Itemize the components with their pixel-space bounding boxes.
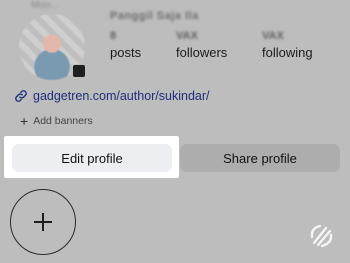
stat-followers[interactable]: VAX followers <box>176 30 227 60</box>
avatar-caption: Moo... <box>31 0 59 11</box>
stat-count: VAX <box>262 30 284 42</box>
gadgetren-logo-icon <box>310 224 333 248</box>
plus-icon: + <box>20 113 29 129</box>
display-name: Panggil Saja Ila <box>110 10 199 22</box>
edit-profile-button[interactable]: Edit profile <box>12 144 172 172</box>
stat-count: 8 <box>110 30 117 42</box>
stat-label: following <box>262 45 313 60</box>
add-banners-button[interactable]: + Add banners <box>14 110 101 132</box>
profile-link-text[interactable]: gadgetren.com/author/sukindar/ <box>33 89 210 103</box>
new-highlight-button[interactable] <box>10 189 76 255</box>
stat-label: followers <box>176 45 228 60</box>
stat-label: posts <box>110 45 142 60</box>
add-banners-label: Add banners <box>33 115 93 127</box>
stat-posts[interactable]: 8 posts <box>110 30 141 60</box>
profile-screen: Moo... Panggil Saja Ila 8 posts VAX foll… <box>0 0 350 263</box>
profile-link[interactable]: gadgetren.com/author/sukindar/ <box>14 89 210 103</box>
plus-icon <box>34 213 52 231</box>
avatar-badge-icon <box>72 64 86 78</box>
share-profile-button[interactable]: Share profile <box>180 144 340 172</box>
stat-count: VAX <box>176 30 198 42</box>
stat-following[interactable]: VAX following <box>262 30 313 60</box>
link-icon <box>15 90 27 102</box>
